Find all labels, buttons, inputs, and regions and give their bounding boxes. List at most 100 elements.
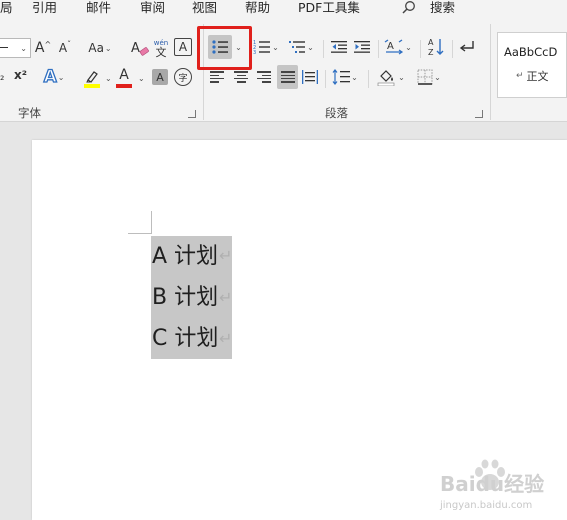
change-case-button[interactable]: Aa ⌄ [84, 38, 116, 58]
paragraph-mark: ↵ [219, 288, 233, 307]
search-label[interactable]: 搜索 [430, 0, 455, 16]
line-spacing-icon [332, 69, 351, 85]
align-right-button[interactable] [255, 66, 273, 88]
ribbon: ⌄ A ^ Aˇ Aa ⌄ A wén 文 A ₂ x² A ⌄ ⌄ A ⌄ A 字 … [0, 18, 567, 122]
chevron-down-icon[interactable]: ⌄ [105, 74, 112, 83]
subscript-button[interactable]: ₂ [0, 70, 4, 83]
search-icon[interactable] [401, 0, 416, 19]
toolbar-divider [452, 40, 453, 58]
multilevel-list-button[interactable]: ⌄ [286, 36, 316, 58]
chevron-down-icon: ⌄ [434, 72, 441, 82]
chevron-down-icon: ⌄ [272, 42, 279, 52]
paragraph-mark-icon: ↵ [516, 71, 524, 81]
font-color-swatch [116, 84, 132, 88]
justify-button[interactable] [277, 65, 298, 89]
numbered-list-icon: 1 2 3 [253, 40, 271, 55]
font-size-box[interactable]: ⌄ [0, 38, 31, 58]
character-border-button[interactable]: A [174, 38, 192, 56]
style-preview-text: AaBbCcD [504, 45, 558, 59]
phonetic-guide-button[interactable]: wén 文 [151, 36, 171, 60]
phonetic-bottom: 文 [155, 46, 167, 59]
highlight-color-button[interactable] [78, 66, 106, 90]
svg-text:A: A [131, 41, 140, 56]
chevron-down-icon: ⌄ [20, 43, 27, 53]
highlighter-icon [86, 70, 98, 83]
menu-help[interactable]: 帮助 [245, 0, 270, 16]
menu-references[interactable]: 引用 [32, 0, 57, 16]
chevron-down-icon: ⌄ [398, 72, 405, 82]
align-center-icon [234, 71, 248, 83]
document-line-text: C 计划 [152, 326, 219, 351]
font-size-dash [0, 47, 8, 48]
paragraph-dialog-launcher[interactable] [475, 110, 483, 118]
svg-text:A: A [387, 41, 394, 52]
distributed-button[interactable] [300, 66, 320, 88]
menu-layout[interactable]: 局 [0, 0, 13, 16]
increase-indent-button[interactable] [352, 36, 372, 58]
text-effects-glyph: A [43, 66, 57, 87]
sort-icon: A Z [428, 38, 444, 57]
chevron-down-icon: ⌄ [405, 42, 412, 52]
chevron-down-icon[interactable]: ⌄ [138, 74, 145, 83]
paint-bucket-icon [377, 70, 395, 86]
watermark-brand: Baidu经验 [440, 472, 545, 496]
align-right-icon [257, 71, 271, 83]
enclose-characters-glyph: 字 [178, 73, 188, 84]
svg-text:A: A [428, 38, 434, 47]
margin-corner-mark [151, 211, 152, 234]
menu-bar: 局 引用 邮件 审阅 视图 帮助 PDF工具集 搜索 [0, 0, 567, 18]
toolbar-divider [325, 70, 326, 88]
shading-button[interactable]: ⌄ [374, 65, 408, 89]
show-marks-button[interactable] [455, 36, 479, 58]
paragraph-mark-icon [459, 41, 474, 52]
font-dialog-launcher[interactable] [188, 110, 196, 118]
caret-down-icon: ˇ [67, 39, 72, 49]
grow-font-button[interactable]: A ^ [33, 38, 53, 58]
margin-corner-mark [128, 233, 152, 234]
character-border-glyph: A [178, 40, 188, 54]
shrink-font-button[interactable]: Aˇ [55, 38, 75, 58]
paragraph-mark: ↵ [219, 329, 233, 348]
font-group-label: 字体 [18, 106, 41, 120]
sort-button[interactable]: A Z [425, 34, 447, 60]
chinese-layout-button[interactable]: A ⌄ [382, 36, 414, 58]
caret-up-icon: ^ [44, 39, 52, 49]
clear-formatting-button[interactable]: A [129, 37, 151, 59]
toolbar-divider [420, 40, 421, 58]
numbering-button[interactable]: 1 2 3 ⌄ [252, 36, 280, 58]
enclose-characters-button[interactable]: 字 [174, 68, 192, 86]
multilevel-list-icon [289, 41, 306, 53]
menu-mailings[interactable]: 邮件 [86, 0, 111, 16]
font-color-glyph: A [119, 67, 129, 83]
superscript-button[interactable]: x² [14, 68, 27, 82]
chevron-down-icon: ⌄ [351, 72, 358, 82]
decrease-indent-icon [331, 41, 347, 53]
menu-review[interactable]: 审阅 [140, 0, 165, 16]
justify-icon [280, 71, 295, 83]
borders-button[interactable]: ⌄ [413, 66, 445, 88]
chinese-layout-icon: A [384, 39, 404, 55]
decrease-indent-button[interactable] [329, 36, 349, 58]
shrink-font-glyph: A [58, 41, 68, 55]
menu-view[interactable]: 视图 [192, 0, 217, 16]
menu-pdf-tools[interactable]: PDF工具集 [298, 0, 360, 16]
svg-text:Z: Z [428, 48, 434, 57]
paragraph-group-label: 段落 [325, 106, 348, 120]
toolbar-divider [323, 40, 324, 58]
style-normal-card[interactable]: AaBbCcD ↵ 正文 [497, 32, 567, 98]
character-shading-button[interactable]: A [152, 69, 168, 85]
watermark-url: jingyan.baidu.com [440, 500, 533, 511]
borders-icon [417, 69, 433, 85]
document-line-text: B 计划 [152, 285, 219, 310]
text-effects-button[interactable]: A ⌄ [41, 66, 67, 88]
style-normal-label: 正文 [526, 70, 549, 83]
font-color-button[interactable]: A [113, 66, 135, 90]
highlight-color-swatch [84, 83, 100, 88]
grow-font-glyph: A [34, 40, 45, 56]
align-left-icon [210, 71, 224, 83]
paragraph-mark: ↵ [219, 246, 233, 265]
distributed-icon [302, 70, 318, 84]
line-spacing-button[interactable]: ⌄ [330, 66, 360, 88]
chevron-down-icon: ⌄ [104, 43, 112, 53]
svg-text:3: 3 [253, 50, 256, 55]
